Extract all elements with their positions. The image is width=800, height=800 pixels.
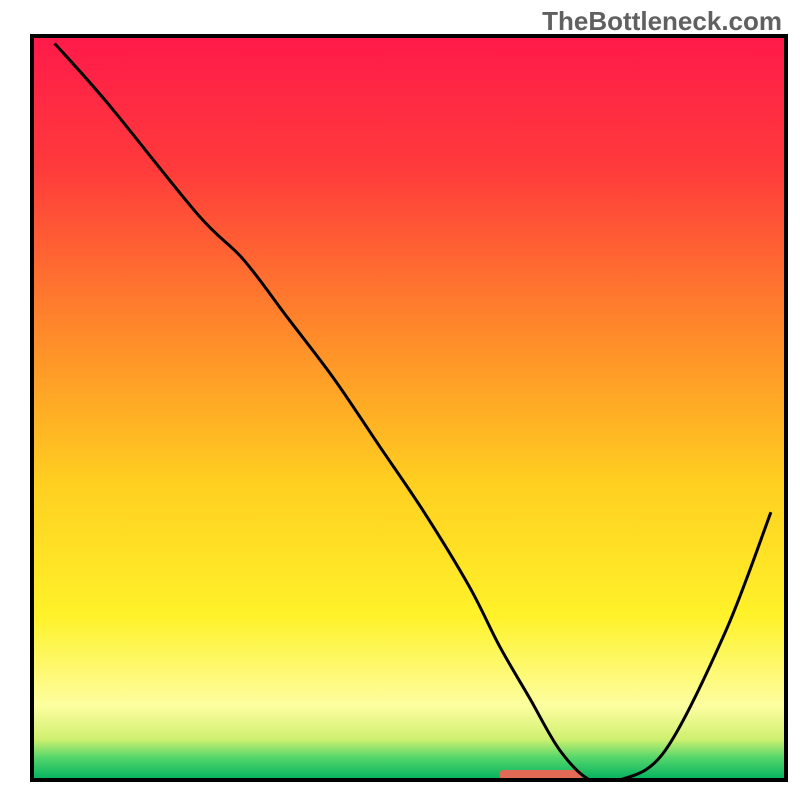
watermark-label: TheBottleneck.com bbox=[542, 6, 782, 37]
bottleneck-chart bbox=[0, 0, 800, 800]
